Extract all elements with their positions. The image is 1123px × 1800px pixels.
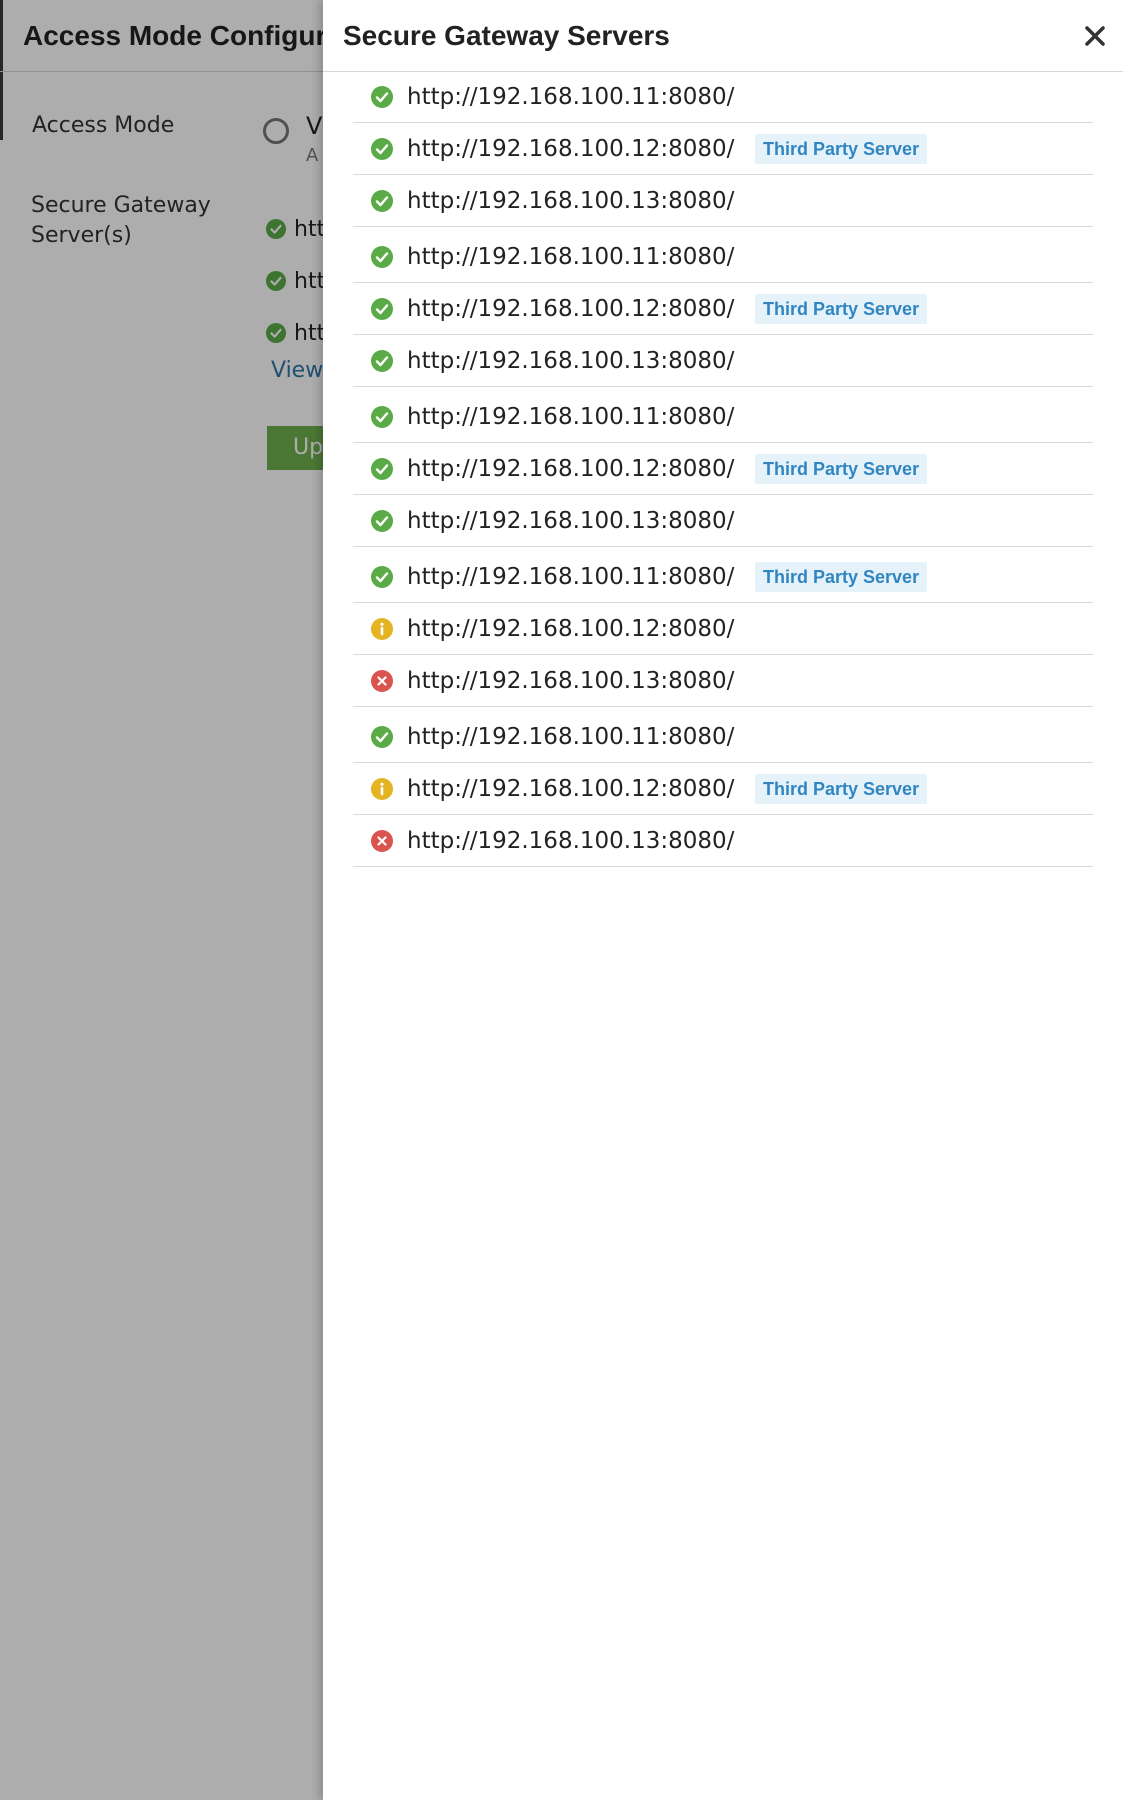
- check-circle-icon: [371, 405, 393, 428]
- server-row: http://192.168.100.11:8080/: [353, 711, 1093, 763]
- info-warning-icon: [371, 617, 393, 640]
- server-row: http://192.168.100.12:8080/Third Party S…: [353, 123, 1093, 175]
- check-circle-icon: [371, 137, 393, 160]
- secure-gateway-servers-drawer: Secure Gateway Servers http://192.168.10…: [323, 0, 1123, 1800]
- check-circle-icon: [371, 725, 393, 748]
- check-circle-icon: [371, 349, 393, 372]
- server-url: http://192.168.100.11:8080/: [407, 403, 735, 430]
- server-row: http://192.168.100.12:8080/Third Party S…: [353, 283, 1093, 335]
- check-circle-icon: [371, 245, 393, 268]
- check-circle-icon: [371, 457, 393, 480]
- close-icon: [1085, 26, 1105, 46]
- third-party-server-badge: Third Party Server: [755, 562, 928, 592]
- server-url: http://192.168.100.11:8080/: [407, 563, 735, 590]
- server-url: http://192.168.100.11:8080/: [407, 243, 735, 270]
- third-party-server-badge: Third Party Server: [755, 454, 928, 484]
- server-row: http://192.168.100.11:8080/: [353, 231, 1093, 283]
- server-row: http://192.168.100.13:8080/: [353, 655, 1093, 707]
- server-row: http://192.168.100.12:8080/Third Party S…: [353, 443, 1093, 495]
- error-x-icon: [371, 829, 393, 852]
- server-url: http://192.168.100.12:8080/: [407, 455, 735, 482]
- server-list: http://192.168.100.11:8080/http://192.16…: [353, 71, 1093, 867]
- drawer-title: Secure Gateway Servers: [343, 20, 670, 51]
- server-row: http://192.168.100.12:8080/Third Party S…: [353, 763, 1093, 815]
- close-button[interactable]: [1077, 18, 1113, 54]
- server-url: http://192.168.100.13:8080/: [407, 187, 735, 214]
- check-circle-icon: [371, 85, 393, 108]
- server-row: http://192.168.100.13:8080/: [353, 815, 1093, 867]
- check-circle-icon: [371, 297, 393, 320]
- third-party-server-badge: Third Party Server: [755, 294, 928, 324]
- server-url: http://192.168.100.12:8080/: [407, 775, 735, 802]
- check-circle-icon: [371, 565, 393, 588]
- server-url: http://192.168.100.12:8080/: [407, 295, 735, 322]
- server-row: http://192.168.100.13:8080/: [353, 495, 1093, 547]
- check-circle-icon: [371, 509, 393, 532]
- server-url: http://192.168.100.13:8080/: [407, 507, 735, 534]
- server-url: http://192.168.100.11:8080/: [407, 83, 735, 110]
- server-row: http://192.168.100.13:8080/: [353, 175, 1093, 227]
- server-url: http://192.168.100.13:8080/: [407, 667, 735, 694]
- error-x-icon: [371, 669, 393, 692]
- server-url: http://192.168.100.12:8080/: [407, 135, 735, 162]
- check-circle-icon: [371, 189, 393, 212]
- server-row: http://192.168.100.12:8080/: [353, 603, 1093, 655]
- server-row: http://192.168.100.11:8080/: [353, 391, 1093, 443]
- server-row: http://192.168.100.11:8080/Third Party S…: [353, 551, 1093, 603]
- info-warning-icon: [371, 777, 393, 800]
- third-party-server-badge: Third Party Server: [755, 774, 928, 804]
- server-row: http://192.168.100.13:8080/: [353, 335, 1093, 387]
- third-party-server-badge: Third Party Server: [755, 134, 928, 164]
- server-url: http://192.168.100.11:8080/: [407, 723, 735, 750]
- drawer-header: Secure Gateway Servers: [323, 0, 1123, 72]
- server-url: http://192.168.100.12:8080/: [407, 615, 735, 642]
- server-row: http://192.168.100.11:8080/: [353, 71, 1093, 123]
- server-url: http://192.168.100.13:8080/: [407, 347, 735, 374]
- server-url: http://192.168.100.13:8080/: [407, 827, 735, 854]
